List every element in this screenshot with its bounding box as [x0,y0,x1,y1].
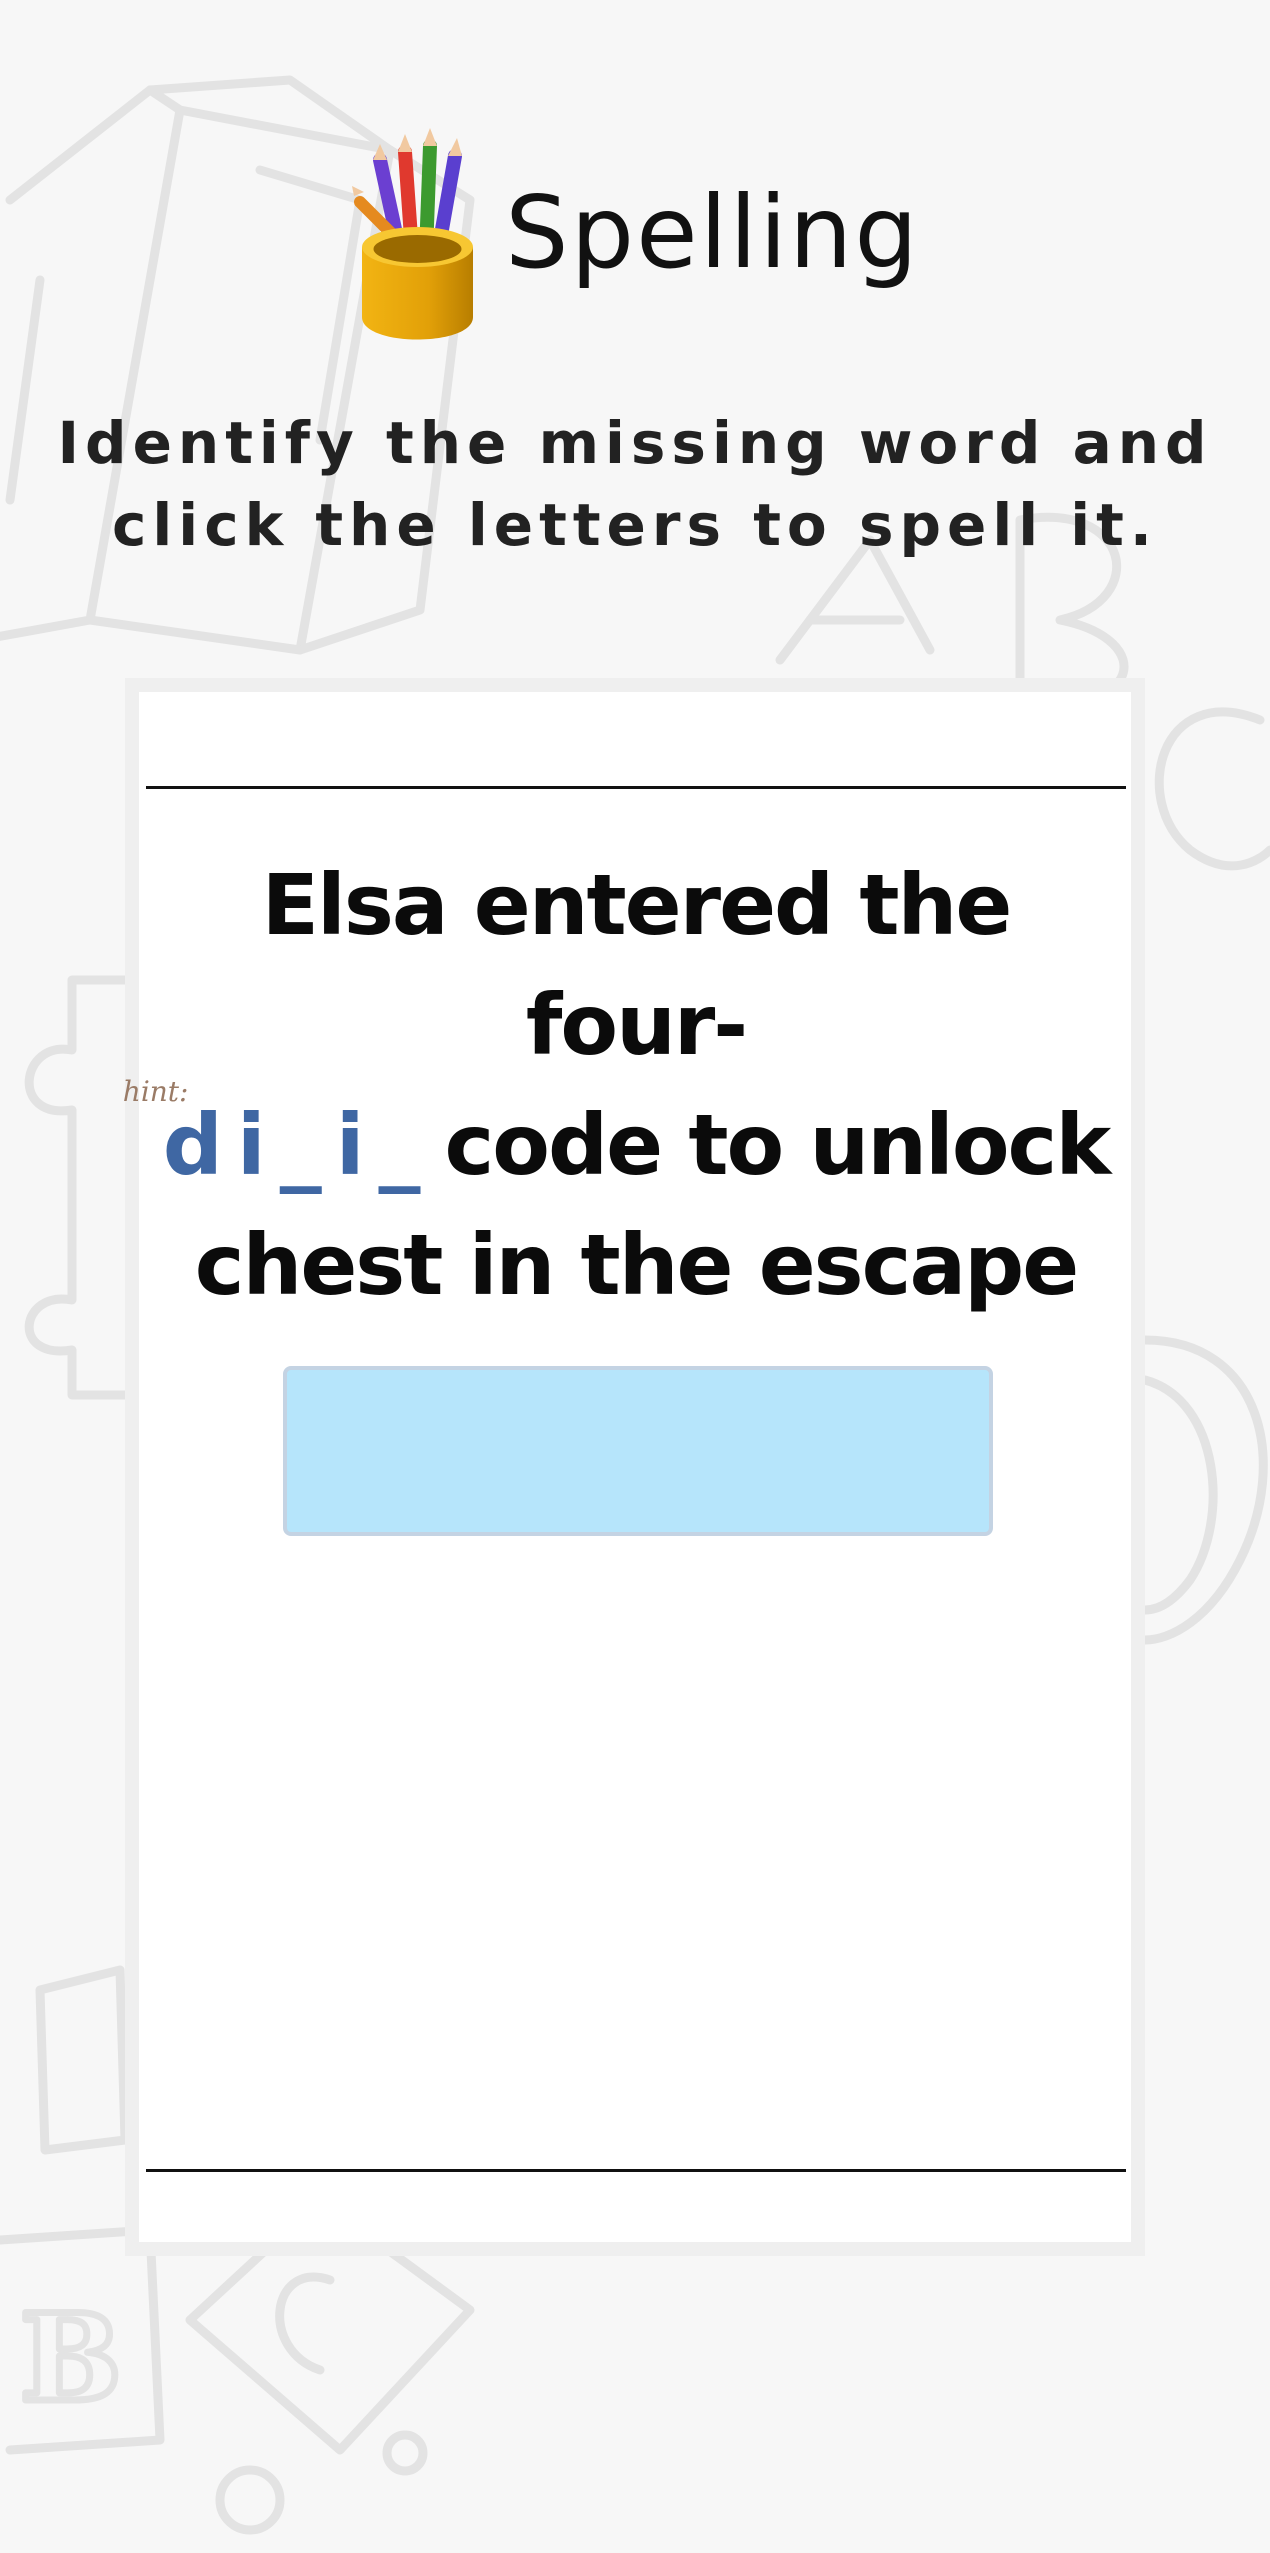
app-header: Spelling [0,122,1270,342]
app-title: Spelling [505,173,920,291]
sentence-line-2: hint: di_i_ code to unlock [123,1077,1112,1205]
puzzle-doodle [24,975,130,1400]
instruction-line-1: Identify the missing word and [57,409,1213,477]
sentence-line-2-rest: code to unlock [444,1096,1112,1194]
answer-box[interactable] [283,1366,993,1536]
mug-doodle [1140,1335,1268,1645]
card-bottom-divider [146,2169,1126,2172]
card-top-divider [146,786,1126,789]
hint-label: hint: [122,1075,189,1108]
sentence-line-1: Elsa entered the four- [261,856,1013,1074]
sentence-line-3: chest in the escape [194,1216,1080,1314]
pencil-cup-icon [352,128,474,340]
instruction-text: Identify the missing word and click the … [0,402,1270,566]
hint-group: hint: di_i_ [123,1077,445,1205]
question-sentence: Elsa entered the four- hint: di_i_ code … [123,845,1112,1445]
hint-word: di_i_ [162,1096,435,1194]
svg-text:B: B [20,2288,121,2429]
instruction-line-2: click the letters to spell it. [112,491,1158,559]
